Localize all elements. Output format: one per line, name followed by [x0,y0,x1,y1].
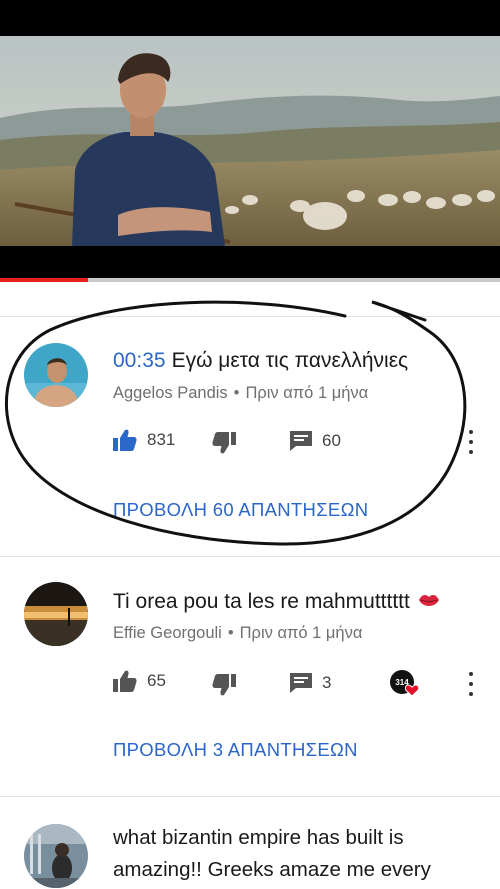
reply-button[interactable]: 3 [290,673,331,693]
video-progress-fill [0,278,88,282]
comment-body: Εγώ μετα τις πανελλήνιες [171,349,409,372]
comment-body-line: amazing!! Greeks amaze me every [113,858,431,881]
video-progress-bar[interactable] [0,278,500,282]
avatar[interactable] [24,824,88,888]
comment-text: Ti orea pou ta les re mahmutttttt [113,590,440,614]
meta-separator: • [227,624,234,642]
comment-time: Πριν από 1 μήνα [239,624,363,642]
view-replies-link[interactable]: ΠΡΟΒΟΛΗ 60 ΑΠΑΝΤΗΣΕΩΝ [113,499,368,521]
thumbs-down-icon [212,432,236,454]
creator-heart-badge: 314 [390,670,420,700]
comment-meta: Effie Georgouli • Πριν από 1 μήνα [113,624,362,643]
comment-icon [290,673,312,693]
comment-time: Πριν από 1 μήνα [245,384,369,402]
like-button[interactable]: 831 [113,429,175,451]
thumbs-down-icon [212,674,236,696]
comment-body: Ti orea pou ta les re mahmutttttt [113,590,410,613]
comment-author[interactable]: Effie Georgouli [113,624,222,642]
more-options-icon[interactable] [466,672,476,696]
video-player[interactable] [0,0,500,278]
reply-count: 3 [322,673,332,692]
like-count: 831 [147,430,176,449]
comment-3: what bizantin empire has built is amazin… [0,796,500,889]
comment-text: 00:35 Εγώ μετα τις πανελλήνιες [113,349,408,373]
comment-text: what bizantin empire has built is amazin… [113,822,431,886]
kiss-lips-icon [418,595,439,606]
avatar[interactable] [24,343,88,407]
video-frame [0,0,500,278]
comment-meta: Aggelos Pandis • Πριν από 1 μήνα [113,384,368,403]
comment-icon [290,431,312,451]
comment-1: 00:35 Εγώ μετα τις πανελλήνιες Aggelos Pa… [0,316,500,556]
meta-separator: • [233,384,240,402]
like-button[interactable]: 65 [113,670,166,692]
avatar[interactable] [24,582,88,646]
like-count: 65 [147,671,166,690]
comment-body-line: what bizantin empire has built is [113,826,404,849]
thumbs-up-icon [113,670,137,692]
more-options-icon[interactable] [466,430,476,454]
view-replies-link[interactable]: ΠΡΟΒΟΛΗ 3 ΑΠΑΝΤΗΣΕΩΝ [113,739,358,761]
comment-2: Ti orea pou ta les re mahmutttttt Effie … [0,556,500,796]
reply-count: 60 [322,431,341,450]
dislike-button[interactable] [212,432,236,454]
reply-button[interactable]: 60 [290,431,341,451]
comment-author[interactable]: Aggelos Pandis [113,384,228,402]
thumbs-up-icon [113,429,137,451]
heart-icon [405,684,419,697]
comment-timestamp-link[interactable]: 00:35 [113,349,166,372]
dislike-button[interactable] [212,674,236,696]
